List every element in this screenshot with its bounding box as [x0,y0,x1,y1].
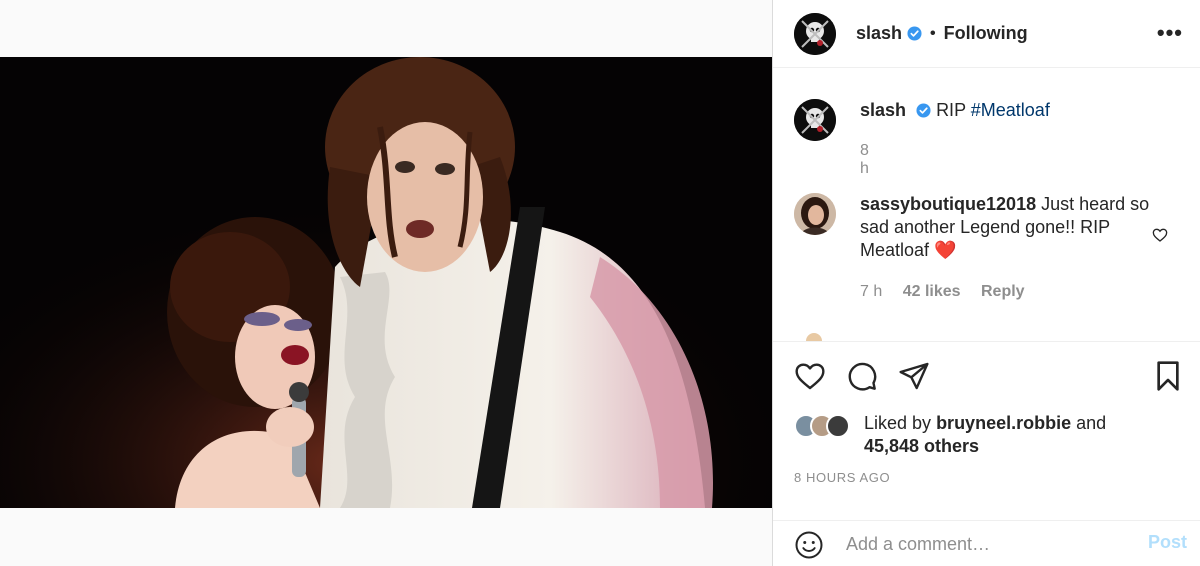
comment-username[interactable]: sassyboutique12018 [860,194,1036,214]
reply-button[interactable]: Reply [981,283,1025,300]
caption-body: RIP [936,100,966,120]
comment-input[interactable] [846,530,1126,558]
post-header: slash • Following ••• [773,0,1200,68]
media-pane [0,0,772,566]
caption-age: 8 h [860,142,869,177]
post-comment-button[interactable]: Post [1148,532,1187,553]
caption-text: slash RIP #Meatloaf [860,99,1160,122]
comments-list[interactable]: slash RIP #Meatloaf 8 h sassyboutique120… [773,69,1200,341]
comment-age: 7 h [860,283,883,300]
comment-icon[interactable] [846,360,878,392]
action-icons-row [794,360,1184,392]
likes-count-link[interactable]: 45,848 others [794,435,1184,458]
likes-summary: Liked by bruyneel.robbie and 45,848 othe… [794,412,1184,458]
verified-badge-icon [907,26,922,41]
liked-by-conjunction: and [1076,413,1107,433]
more-options-icon[interactable]: ••• [1157,20,1183,46]
user-avatar-photo [794,193,836,235]
post-photo-art [0,57,772,508]
emoji-picker-icon[interactable] [794,530,824,560]
heart-emoji: ❤️ [934,240,957,260]
liker-avatar [826,414,850,438]
comment-avatar[interactable] [794,193,836,235]
skull-logo-icon [794,12,836,55]
next-comment-avatar-peek [806,333,822,341]
post-timestamp[interactable]: 8 HOURS AGO [794,470,890,485]
comment-like-heart-icon[interactable] [1152,227,1168,243]
heart-icon[interactable] [794,360,826,392]
comment-text: sassyboutique12018 Just heard so sad ano… [860,193,1160,262]
post-actions: Liked by bruyneel.robbie and 45,848 othe… [773,341,1200,566]
post-sidebar: slash • Following ••• slash RIP #Meatloa… [772,0,1200,566]
comment-meta: 7 h 42 likes Reply [860,283,1041,301]
caption-avatar[interactable] [794,99,836,141]
header-avatar[interactable] [794,12,836,55]
header-separator: • [930,24,936,42]
header-username[interactable]: slash [856,23,902,44]
caption-username[interactable]: slash [860,100,906,120]
following-button[interactable]: Following [944,23,1028,44]
send-icon[interactable] [898,360,930,392]
comment-likes[interactable]: 42 likes [903,283,961,300]
verified-badge-icon [916,103,931,118]
bookmark-icon[interactable] [1154,360,1182,392]
add-comment-bar: Post [773,520,1200,566]
post-photo[interactable] [0,57,772,508]
liker-avatars [794,414,858,438]
liked-by-user-link[interactable]: bruyneel.robbie [936,413,1071,433]
caption-meta: 8 h [860,142,885,178]
skull-logo-icon [794,99,836,141]
hashtag-link[interactable]: #Meatloaf [971,100,1050,120]
